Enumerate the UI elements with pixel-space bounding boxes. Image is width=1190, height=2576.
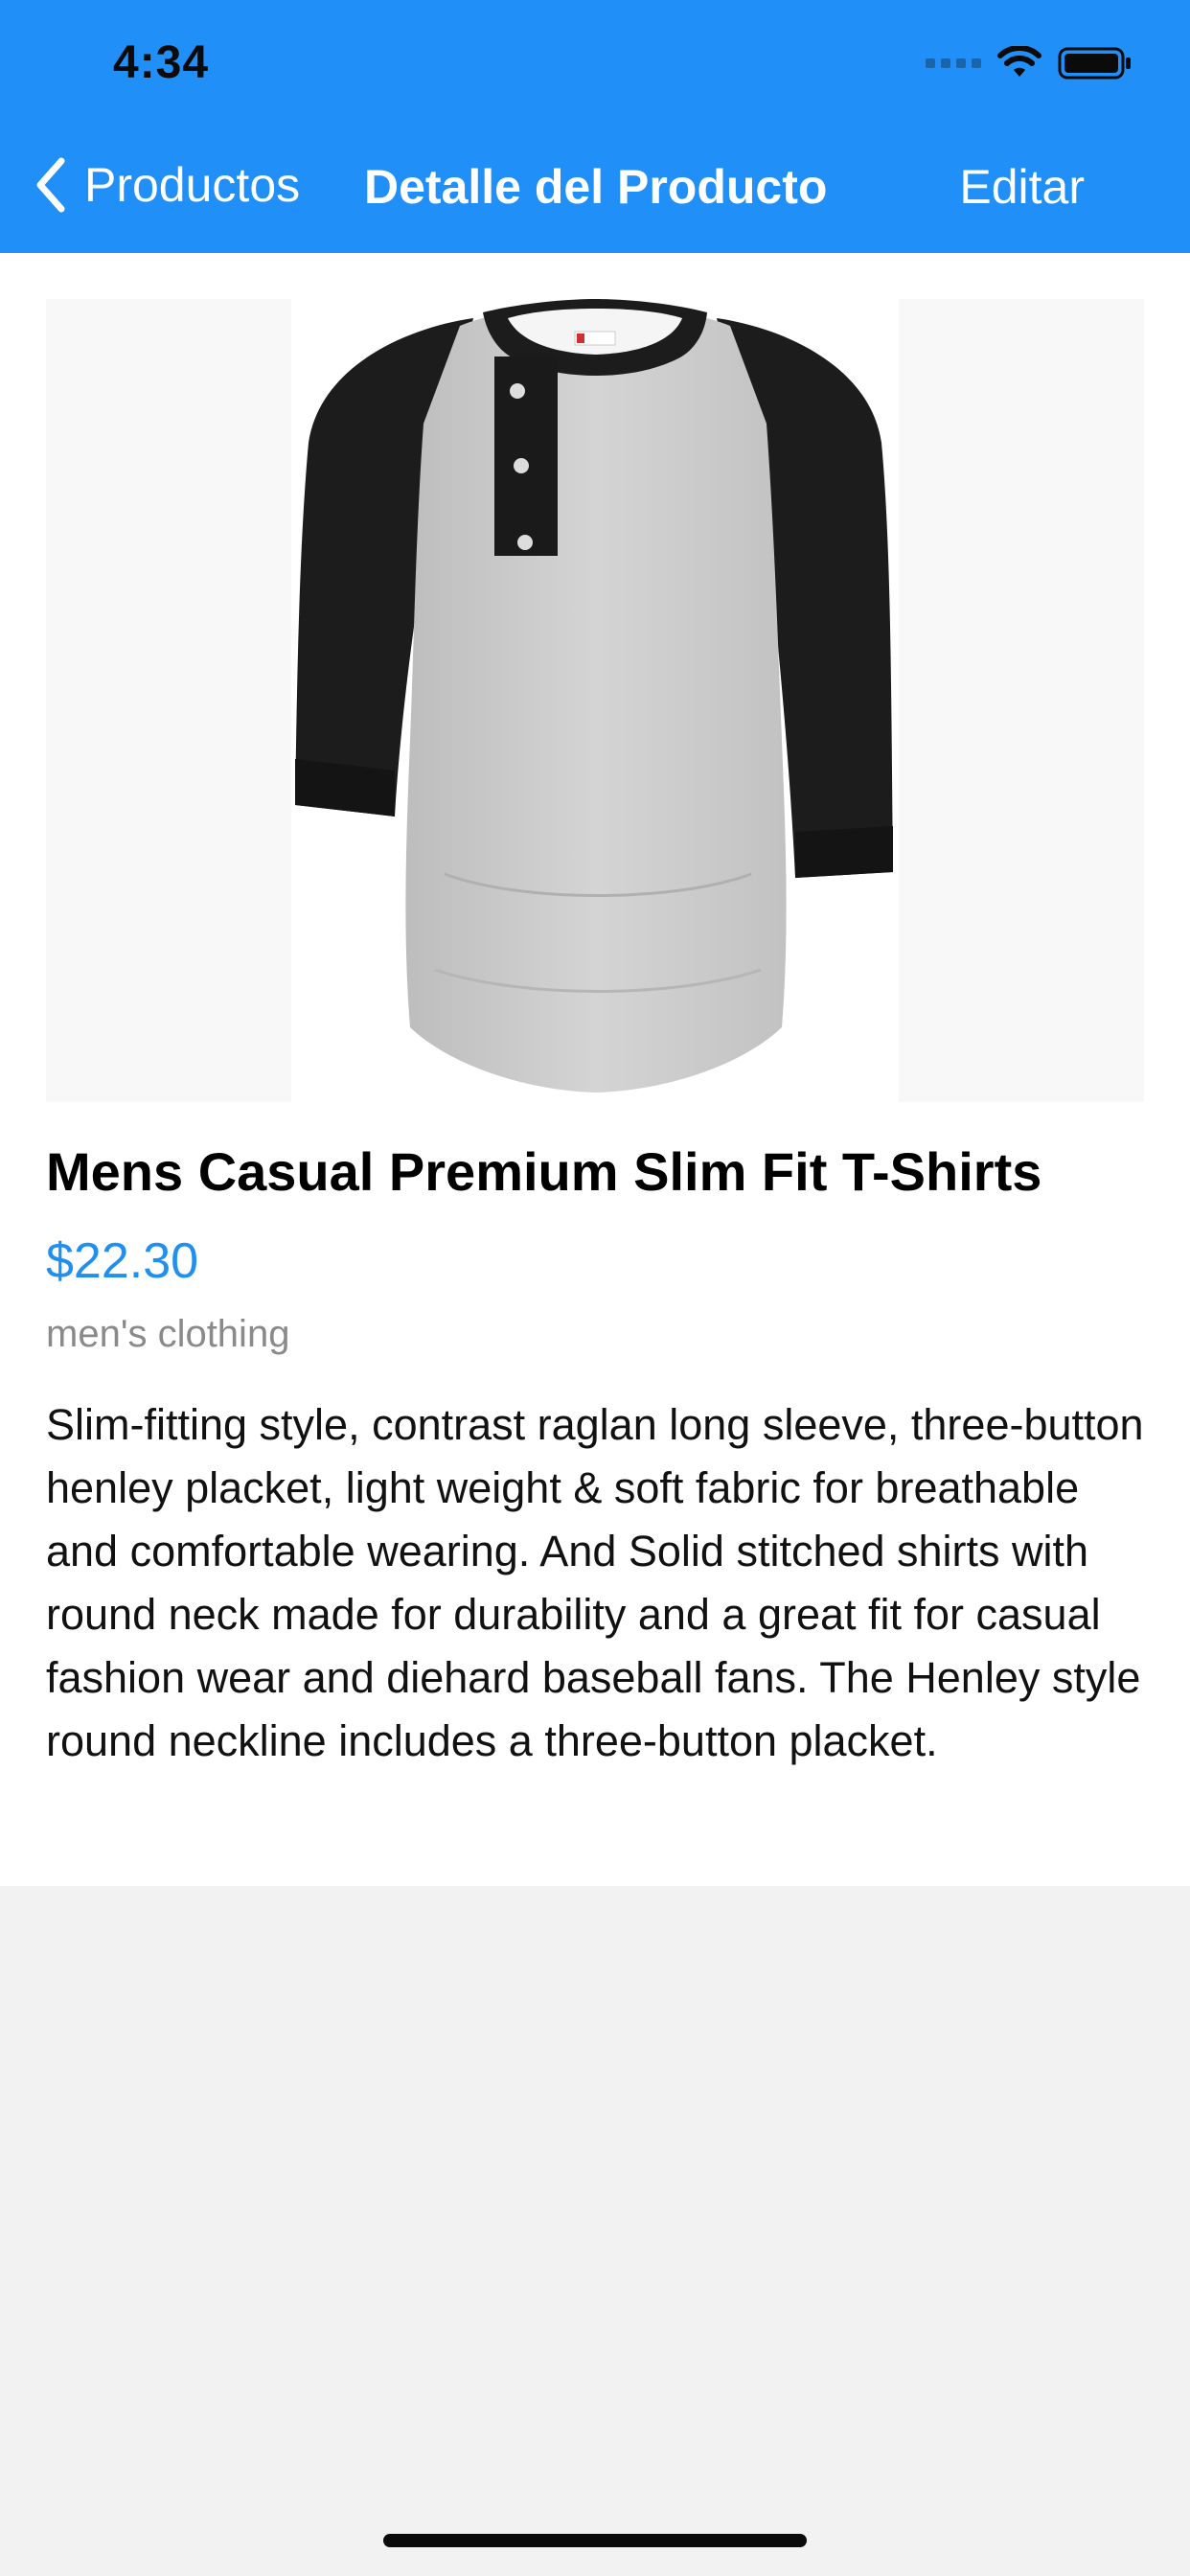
- back-button[interactable]: Productos: [34, 157, 300, 213]
- product-description: Slim-fitting style, contrast raglan long…: [46, 1400, 1144, 1765]
- henley-shirt-image: [295, 299, 893, 1092]
- chevron-left-icon: [36, 157, 65, 213]
- product-category: men's clothing: [46, 1313, 290, 1355]
- product-image: [291, 299, 899, 1102]
- edit-button[interactable]: Editar: [959, 159, 1085, 215]
- status-icons: [926, 42, 1133, 84]
- header: 4:34 Productos Detalle del Producto Edit…: [0, 0, 1190, 253]
- product-detail-screen: 4:34 Productos Detalle del Producto Edit…: [0, 0, 1190, 2576]
- product-content: Mens Casual Premium Slim Fit T-Shirts $2…: [0, 253, 1190, 1886]
- battery-icon: [1058, 47, 1131, 80]
- wifi-icon: [997, 46, 1041, 77]
- product-image-frame: [46, 299, 1144, 1102]
- product-price: $22.30: [46, 1233, 199, 1289]
- back-button-label: Productos: [84, 158, 301, 212]
- product-title: Mens Casual Premium Slim Fit T-Shirts: [46, 1141, 1042, 1202]
- status-time: 4:34: [113, 37, 210, 88]
- nav-title: Detalle del Producto: [364, 160, 828, 214]
- cellular-signal-icon: [926, 58, 981, 68]
- home-indicator[interactable]: [383, 2534, 807, 2547]
